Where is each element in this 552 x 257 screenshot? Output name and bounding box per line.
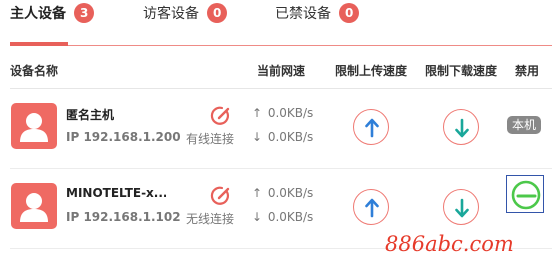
device-name: 匿名主机 — [66, 108, 115, 122]
connection-type: 无线连接 — [186, 212, 235, 226]
toggle-switch-icon — [511, 180, 541, 210]
blue-arrow-up-icon — [365, 118, 379, 138]
upload-speed-value: 0.0KB/s — [267, 186, 314, 200]
tabs-divider — [10, 45, 552, 46]
count-badge: 0 — [207, 2, 228, 23]
device-ip: IP 192.168.1.102 — [66, 210, 181, 224]
arrow-up-icon: ↑ — [251, 106, 263, 120]
device-name: MINOTELTE-x... — [66, 186, 166, 200]
avatar-icon — [11, 103, 57, 149]
tab-label: 访客设备 — [143, 5, 199, 22]
download-speed: ↓ 0.0KB/s — [250, 210, 313, 224]
blue-arrow-up-icon — [365, 198, 379, 218]
count-badge: 3 — [74, 2, 95, 23]
device-ip: IP 192.168.1.200 — [66, 130, 181, 144]
active-tab-indicator — [10, 42, 68, 46]
tab-owner-devices[interactable]: 主人设备 3 — [10, 0, 95, 25]
tab-guest-devices[interactable]: 访客设备 0 — [143, 0, 228, 25]
upload-speed: ↑ 0.0KB/s — [250, 186, 313, 200]
limit-upload-button[interactable] — [353, 189, 389, 225]
disable-toggle[interactable] — [506, 175, 544, 213]
tab-label: 已禁设备 — [275, 5, 331, 22]
this-device-badge: 本机 — [507, 116, 542, 134]
download-speed-value: 0.0KB/s — [267, 210, 314, 224]
avatar-icon — [11, 183, 57, 229]
header-limit-upload: 限制上传速度 — [335, 64, 408, 78]
connection-type: 有线连接 — [186, 132, 235, 146]
arrow-down-icon: ↓ — [251, 130, 263, 144]
tab-label: 主人设备 — [10, 5, 66, 22]
arrow-up-icon: ↑ — [251, 186, 263, 200]
green-arrow-down-icon — [455, 118, 469, 138]
tab-blocked-devices[interactable]: 已禁设备 0 — [275, 0, 360, 25]
device-tabs: 主人设备 3 访客设备 0 已禁设备 0 — [0, 0, 552, 46]
upload-speed: ↑ 0.0KB/s — [250, 106, 313, 120]
header-limit-download: 限制下载速度 — [425, 64, 498, 78]
upload-speed-value: 0.0KB/s — [267, 106, 314, 120]
edit-icon[interactable] — [210, 185, 232, 207]
arrow-down-icon: ↓ — [251, 210, 263, 224]
limit-upload-button[interactable] — [353, 109, 389, 145]
download-speed: ↓ 0.0KB/s — [250, 130, 313, 144]
download-speed-value: 0.0KB/s — [267, 130, 314, 144]
header-disable: 禁用 — [515, 64, 540, 78]
watermark-text: 886abc.com — [385, 232, 514, 256]
limit-download-button[interactable] — [443, 109, 479, 145]
green-arrow-down-icon — [455, 198, 469, 218]
count-badge: 0 — [339, 2, 360, 23]
device-row: 匿名主机 IP 192.168.1.200 有线连接 ↑ 0.0KB/s ↓ 0… — [0, 89, 552, 169]
edit-icon[interactable] — [210, 105, 232, 127]
limit-download-button[interactable] — [443, 189, 479, 225]
header-current-speed: 当前网速 — [257, 64, 306, 78]
header-device-name: 设备名称 — [10, 64, 59, 78]
